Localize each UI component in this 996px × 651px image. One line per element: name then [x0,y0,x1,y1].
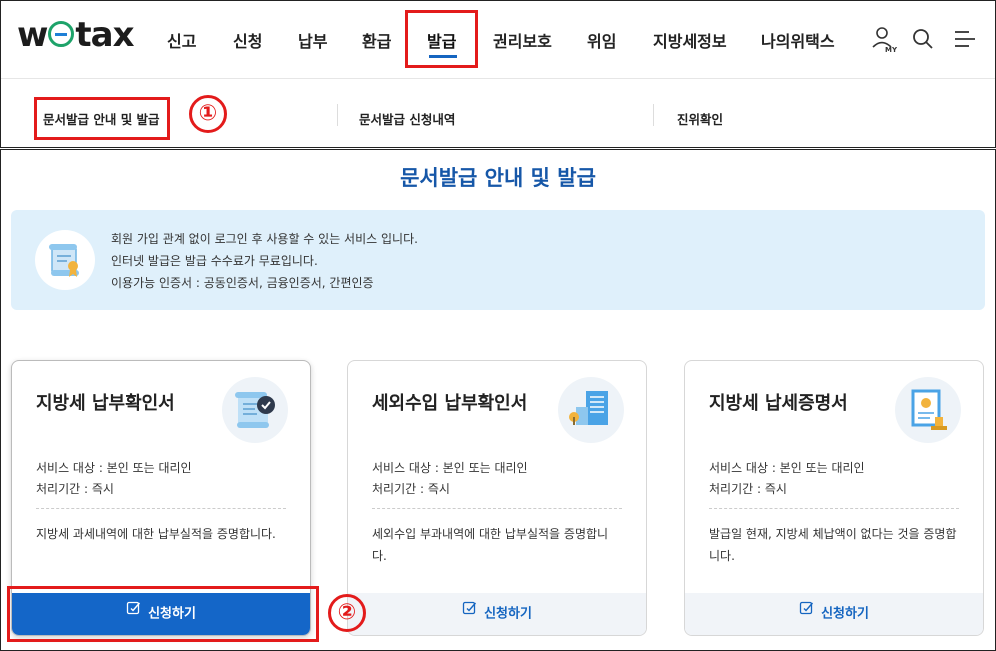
apply-button-highlight-box [7,586,319,642]
card-title: 세외수입 납부확인서 [372,393,528,414]
nav-item-report[interactable]: 신고 [167,28,196,52]
apply-button-tax-certificate[interactable]: 신청하기 [685,593,983,635]
apply-button-non-tax-payment[interactable]: 신청하기 [348,593,646,635]
edit-icon [462,592,478,634]
card-processing-time: 처리기간 : 즉시 [36,482,114,496]
sub-nav: 문서발급 안내 및 발급 ① 문서발급 신청내역 진위확인 [1,80,995,148]
nav-item-my-wetax[interactable]: 나의위택스 [761,28,835,52]
card-title: 지방세 납세증명서 [709,393,848,414]
subnav-divider [653,104,654,126]
nav-item-rights[interactable]: 권리보호 [493,28,552,52]
card-processing-time: 처리기간 : 즉시 [709,482,787,496]
card-description: 세외수입 부과내역에 대한 납부실적을 증명합니다. [372,527,609,563]
document-check-icon [222,377,288,443]
nav-item-delegate[interactable]: 위임 [587,28,616,52]
certificate-icon [895,377,961,443]
card-description: 발급일 현재, 지방세 체납액이 없다는 것을 증명합니다. [709,527,957,563]
nav-item-refund[interactable]: 환급 [362,28,391,52]
nav-highlight-box [405,10,478,68]
card-local-tax-certificate[interactable]: 지방세 납세증명서 서비스 대상 : 본인 또는 대리인 처리기간 : 즉시 발… [684,360,984,636]
certificate-scroll-icon [35,230,95,290]
wetax-logo[interactable]: w tax [17,15,135,55]
search-icon[interactable] [909,25,937,53]
card-service-target: 서비스 대상 : 본인 또는 대리인 [709,461,865,475]
info-line-certs: 이용가능 인증서 : 공동인증서, 금융인증서, 간편인증 [111,276,374,290]
card-divider [36,508,286,509]
info-line-login: 회원 가입 관계 없이 로그인 후 사용할 수 있는 서비스 입니다. [111,232,418,246]
card-service-target: 서비스 대상 : 본인 또는 대리인 [372,461,528,475]
subnav-item-verify[interactable]: 진위확인 [677,109,723,128]
edit-icon [799,592,815,634]
top-frame: w tax 신고 신청 납부 환급 발급 권리보호 위임 지방세정보 나의위택스 … [0,0,996,148]
card-divider [372,508,622,509]
svg-text:MY: MY [885,46,897,53]
subnav-divider [337,104,338,126]
annotation-badge-1: ① [189,95,227,133]
card-description: 지방세 과세내역에 대한 납부실적을 증명합니다. [36,527,276,541]
card-non-tax-payment-confirmation[interactable]: 세외수입 납부확인서 서비스 대상 : 본인 또는 대리인 처리기간 : 즉시 … [347,360,647,636]
menu-icon[interactable] [951,25,979,53]
nav-item-apply[interactable]: 신청 [233,28,262,52]
card-title: 지방세 납부확인서 [36,393,175,414]
nav-item-info[interactable]: 지방세정보 [653,28,727,52]
info-line-fee: 인터넷 발급은 발급 수수료가 무료입니다. [111,254,318,268]
global-header: w tax 신고 신청 납부 환급 발급 권리보호 위임 지방세정보 나의위택스 … [1,1,995,79]
info-notice-box: 회원 가입 관계 없이 로그인 후 사용할 수 있는 서비스 입니다. 인터넷 … [11,210,985,310]
nav-item-pay[interactable]: 납부 [298,28,327,52]
logo-e-mark [48,20,75,47]
card-processing-time: 처리기간 : 즉시 [372,482,450,496]
content-frame: 문서발급 안내 및 발급 회원 가입 관계 없이 로그인 후 사용할 수 있는 … [0,149,996,651]
user-my-icon[interactable]: MY [869,25,898,54]
building-icon [558,377,624,443]
page-title: 문서발급 안내 및 발급 [400,166,596,190]
subnav-item-history[interactable]: 문서발급 신청내역 [359,109,455,128]
card-divider [709,508,959,509]
subnav-highlight-box [34,97,170,140]
card-service-target: 서비스 대상 : 본인 또는 대리인 [36,461,192,475]
annotation-badge-2: ② [328,594,366,632]
